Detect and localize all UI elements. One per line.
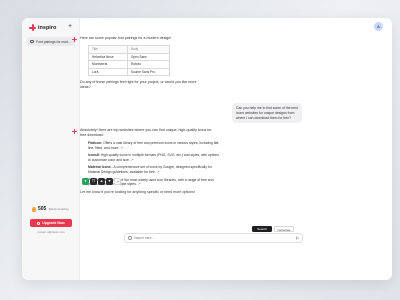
chat-bubble-icon — [30, 39, 34, 44]
status-icon[interactable]: ● — [82, 178, 89, 185]
external-link-icon[interactable]: ↗ — [157, 170, 160, 174]
table-row: Helvetica Neue Open Sans — [88, 52, 171, 62]
bot-message-1: Here are some popular font pairings for … — [72, 36, 222, 90]
sidebar-item-chat[interactable]: Font pairings for mod... — [27, 37, 75, 46]
site-name: Icons8: — [88, 153, 100, 158]
share-icon[interactable]: ↗ — [114, 178, 121, 185]
list-item: Flaticon: Offers a vast library of free … — [88, 141, 222, 150]
site-description: Offers a vast library of free and premiu… — [88, 141, 220, 150]
account-email: Google: a@inspiro.com — [37, 231, 65, 234]
tokens-label: Tokens remaining — [48, 207, 69, 211]
thumbs-down-icon[interactable]: ▼ — [106, 178, 113, 185]
message-actions: ● ❐ ▲ ▼ ↗ — [82, 178, 121, 185]
bot-icon — [72, 128, 77, 134]
brand-name: inspiro — [38, 24, 57, 31]
search-bar — [124, 233, 303, 243]
site-name: Material Icons — [88, 165, 111, 170]
upgrade-button[interactable]: Upgrade Now — [30, 219, 72, 227]
search-icon — [128, 236, 132, 240]
bot-message-closing: Let me know if you're looking for anythi… — [80, 189, 195, 194]
list-item: Icons8: High-quality icons in multiple f… — [88, 153, 222, 162]
table-cell: Helvetica Neue — [88, 52, 128, 62]
avatar[interactable]: A — [374, 22, 383, 31]
site-description: High-quality icons in multiple formats (… — [88, 153, 219, 162]
table-row: Lora Source Sans Pro — [88, 67, 171, 77]
external-link-icon[interactable]: ↗ — [138, 182, 141, 186]
bot-message-intro: Absolutely! Here are top websites where … — [80, 128, 212, 137]
lightbulb-icon — [32, 206, 36, 212]
bot-message-outro: Do any of these pairings feel right for … — [80, 80, 197, 90]
table-cell: Roboto — [126, 60, 171, 69]
bot-message-intro: Here are some popular font pairings for … — [80, 36, 172, 40]
send-icon[interactable] — [296, 236, 299, 240]
upgrade-icon — [37, 221, 41, 225]
search-input[interactable] — [133, 236, 294, 240]
external-link-icon[interactable]: ↗ — [120, 146, 123, 150]
thumbs-up-icon[interactable]: ▲ — [98, 178, 105, 185]
copy-icon[interactable]: ❐ — [90, 178, 97, 185]
table-cell: Lora — [88, 67, 128, 77]
user-message: Can you help me to find some of the best… — [232, 103, 302, 124]
list-item: Material Icons - A comprehensive set of … — [88, 165, 222, 174]
table-cell: Montserrat — [88, 60, 128, 69]
brand: inspiro — [29, 24, 56, 31]
sidebar-item-label: Font pairings for mod... — [36, 39, 71, 44]
upgrade-label: Upgrade Now — [42, 221, 65, 225]
column-header-body: Body — [126, 45, 171, 54]
logo-icon — [29, 24, 36, 31]
table-row: Montserrat Roboto — [88, 60, 171, 69]
site-name: Flaticon: — [88, 141, 103, 145]
font-pairings-table: Title Body Helvetica Neue Open Sans Mont… — [88, 45, 171, 77]
column-header-title: Title — [88, 45, 128, 54]
tokens-counter: 505 Tokens remaining — [32, 206, 69, 212]
tab-generate[interactable]: Generate — [274, 226, 294, 232]
table-cell: Open Sans — [126, 52, 171, 62]
external-link-icon[interactable]: ↗ — [131, 158, 134, 162]
new-chat-button[interactable]: + — [66, 23, 74, 31]
tokens-count: 505 — [38, 206, 47, 212]
bot-icon — [72, 36, 77, 42]
mode-tabs: Search Generate — [252, 226, 294, 232]
table-header-row: Title Body — [88, 45, 171, 54]
table-cell: Source Sans Pro — [126, 67, 171, 77]
tab-search[interactable]: Search — [252, 226, 272, 232]
